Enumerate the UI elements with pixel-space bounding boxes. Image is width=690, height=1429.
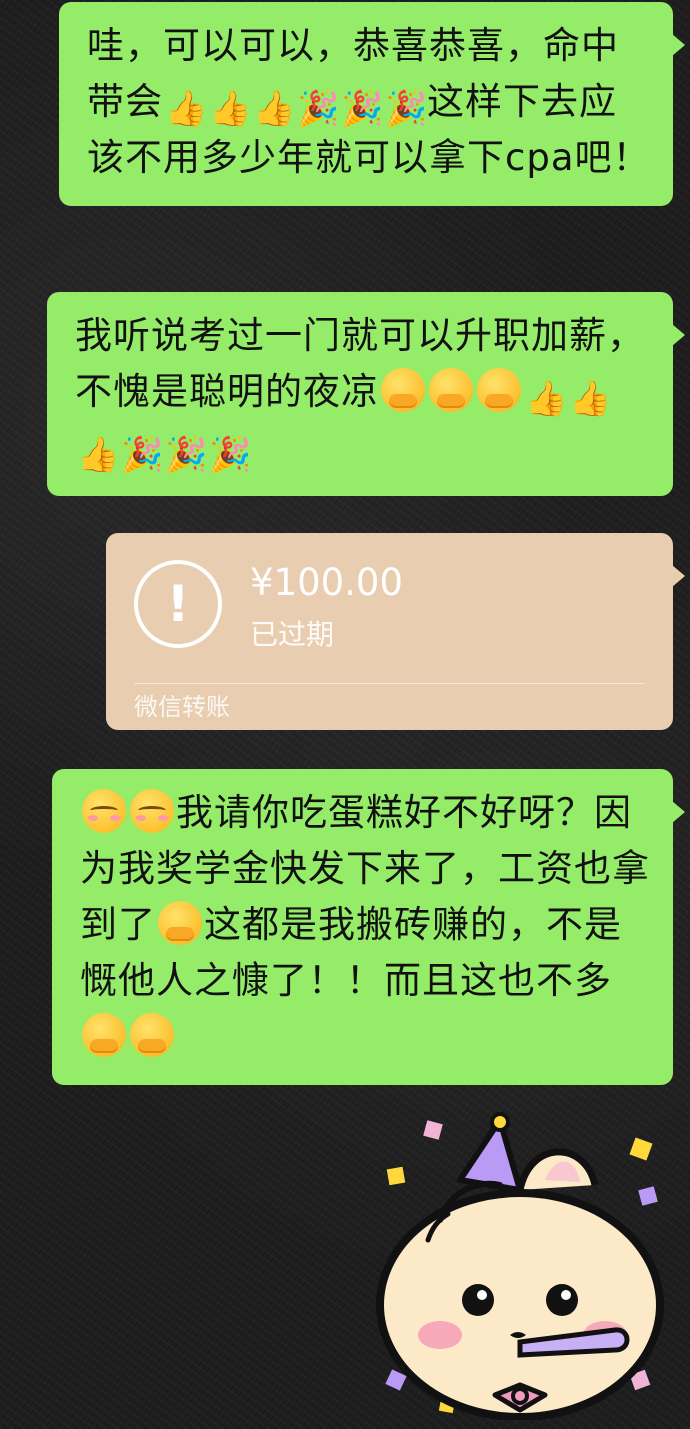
- transfer-amount: ¥100.00: [250, 561, 404, 604]
- chat-bubble-message-3[interactable]: 我请你吃蛋糕好不好呀？因为我奖学金快发下来了，工资也拿到了 这都是我搬砖赚的，不是…: [52, 769, 685, 1085]
- hugging-face-icon: [477, 368, 521, 412]
- wechat-transfer-card[interactable]: ! ¥100.00 已过期 微信转账: [106, 533, 685, 730]
- thumbs-up-icon: 👍: [253, 89, 297, 129]
- hugging-face-icon: [130, 1013, 174, 1057]
- hugging-face-icon: [82, 1013, 126, 1057]
- relieved-face-icon: [130, 789, 174, 833]
- transfer-status: 已过期: [250, 618, 335, 651]
- party-popper-icon: 🎉: [341, 89, 385, 129]
- thumbs-up-icon: 👍: [209, 89, 253, 129]
- party-popper-icon: 🎉: [165, 435, 209, 475]
- party-popper-icon: 🎉: [385, 89, 429, 129]
- chat-bubble-message-1[interactable]: 哇，可以可以，恭喜恭喜，命中带会👍👍👍🎉🎉🎉这样下去应该不用多少年就可以拿下cp…: [59, 2, 685, 206]
- thumbs-up-icon: 👍: [569, 379, 613, 419]
- hugging-face-icon: [381, 368, 425, 412]
- party-popper-icon: 🎉: [297, 89, 341, 129]
- hugging-face-icon: [429, 368, 473, 412]
- thumbs-up-icon: 👍: [525, 379, 569, 419]
- exclamation-circle-icon: !: [134, 560, 222, 648]
- thumbs-up-icon: 👍: [165, 89, 209, 129]
- party-popper-icon: 🎉: [209, 435, 253, 475]
- hugging-face-icon: [158, 901, 202, 945]
- transfer-divider: [134, 683, 645, 684]
- relieved-face-icon: [82, 789, 126, 833]
- party-popper-icon: 🎉: [121, 435, 165, 475]
- chat-bubble-message-2[interactable]: 我听说考过一门就可以升职加薪，不愧是聪明的夜凉 👍👍👍🎉🎉🎉: [47, 292, 685, 496]
- transfer-footer-label: 微信转账: [134, 693, 230, 721]
- thumbs-up-icon: 👍: [77, 435, 121, 475]
- party-bun-sticker-icon[interactable]: [370, 1110, 680, 1420]
